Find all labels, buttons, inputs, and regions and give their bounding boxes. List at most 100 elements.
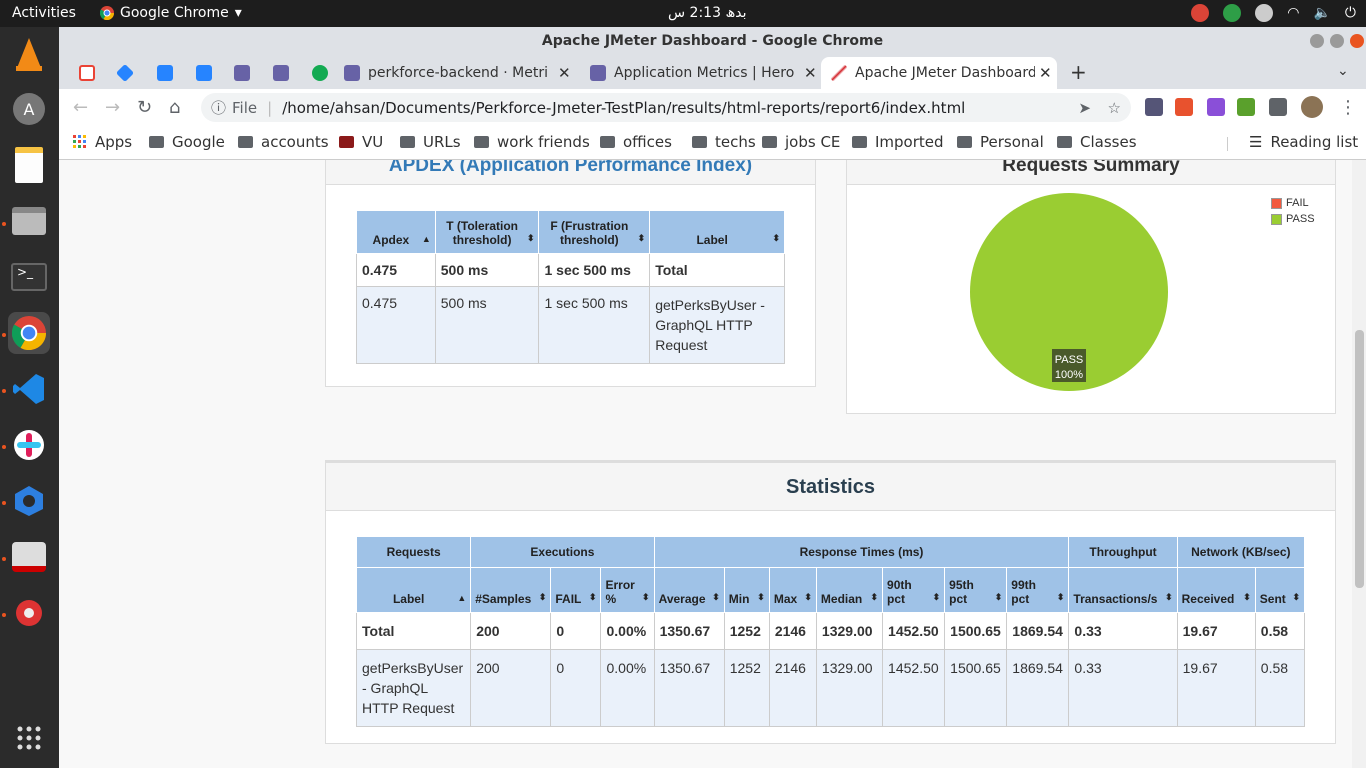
text-editor-icon[interactable] (8, 144, 50, 186)
sort-icon[interactable]: ⬍ (589, 592, 597, 603)
avatar[interactable] (1301, 96, 1323, 118)
sort-icon[interactable]: ⬍ (1165, 592, 1173, 603)
bookmark-techs[interactable]: techs (692, 133, 756, 151)
address-bar[interactable]: ⓘ File | /home/ahsan/Documents/Perkforce… (201, 93, 1131, 122)
jira-icon[interactable] (115, 63, 135, 83)
apdex-col-header[interactable]: Apdex ▲ (356, 210, 436, 254)
bookmark-accounts[interactable]: accounts (238, 133, 329, 151)
show-apps-icon[interactable] (8, 717, 50, 759)
scrollbar-thumb[interactable] (1355, 330, 1364, 588)
sort-icon[interactable]: ⬍ (1243, 592, 1251, 603)
tab-search-chevron-icon[interactable]: ⌄ (1337, 63, 1349, 79)
stat-col-header[interactable]: Min ⬍ (723, 567, 770, 613)
sort-icon[interactable]: ⬍ (871, 592, 879, 603)
bitbucket-icon[interactable] (196, 65, 212, 81)
share-icon[interactable]: ➤ (1078, 99, 1091, 117)
heroku-icon[interactable] (273, 65, 289, 81)
stat-col-header[interactable]: 90th pct ⬍ (882, 567, 946, 613)
forward-button[interactable]: → (105, 97, 120, 118)
gmail-icon[interactable] (79, 65, 95, 81)
sort-asc-icon[interactable]: ▲ (457, 593, 466, 603)
info-icon[interactable]: ⓘ (211, 97, 226, 118)
stat-col-header[interactable]: Label ▲ (355, 567, 472, 613)
extension-icon[interactable] (1175, 98, 1193, 116)
bookmark-star-icon[interactable]: ☆ (1108, 99, 1121, 117)
wifi-icon[interactable]: ◠ (1287, 5, 1299, 21)
bitbucket-icon[interactable] (157, 65, 173, 81)
volume-icon[interactable]: 🔈 (1313, 5, 1330, 21)
sort-icon[interactable]: ⬍ (712, 592, 720, 603)
sort-icon[interactable]: ⬍ (757, 592, 765, 603)
wps-icon[interactable] (8, 480, 50, 522)
heroku-icon[interactable] (234, 65, 250, 81)
bookmark-personal[interactable]: Personal (957, 133, 1044, 151)
vlc-icon[interactable] (8, 33, 50, 75)
stat-col-header[interactable]: #Samples ⬍ (470, 567, 552, 613)
sort-icon[interactable]: ⬍ (1292, 592, 1300, 603)
slack-tray-icon[interactable] (1255, 4, 1274, 22)
jmeter-icon[interactable] (8, 536, 50, 578)
sort-icon[interactable]: ⬍ (638, 233, 646, 244)
activities-button[interactable]: Activities (12, 5, 76, 21)
bookmark-imported[interactable]: Imported (852, 133, 944, 151)
slack-icon[interactable] (8, 424, 50, 466)
sort-icon[interactable]: ⬍ (527, 233, 535, 244)
url-text[interactable]: /home/ahsan/Documents/Perkforce-Jmeter-T… (282, 99, 965, 117)
software-updater-icon[interactable]: A (8, 88, 50, 130)
bookmark-jobs-ce[interactable]: jobs CE (762, 133, 840, 151)
stat-col-header[interactable]: Received ⬍ (1176, 567, 1256, 613)
legend-item-pass[interactable]: PASS (1271, 213, 1315, 225)
extensions-puzzle-icon[interactable] (1269, 98, 1287, 116)
bookmark-google[interactable]: Google (149, 133, 225, 151)
clock[interactable]: بدھ 2:13 س (668, 5, 746, 21)
bookmark-vu[interactable]: VU (339, 133, 383, 151)
stat-col-header[interactable]: Sent ⬍ (1254, 567, 1306, 613)
apdex-col-header[interactable]: F (Frustration threshold) ⬍ (538, 210, 651, 254)
stat-col-header[interactable]: Average ⬍ (653, 567, 725, 613)
extension-icon[interactable] (1145, 98, 1163, 116)
home-button[interactable]: ⌂ (169, 97, 180, 118)
mongodb-icon[interactable] (312, 65, 328, 81)
close-window-button[interactable] (1350, 34, 1364, 48)
stat-col-header[interactable]: 95th pct ⬍ (944, 567, 1008, 613)
minimize-button[interactable] (1310, 34, 1324, 48)
menu-kebab-icon[interactable]: ⋮ (1339, 97, 1357, 118)
stat-col-header[interactable]: Median ⬍ (815, 567, 884, 613)
reload-button[interactable]: ↻ (137, 97, 152, 118)
sort-icon[interactable]: ⬍ (804, 592, 812, 603)
bookmark-work-friends[interactable]: work friends (474, 133, 590, 151)
sync-tray-icon[interactable] (1223, 4, 1242, 22)
back-button[interactable]: ← (73, 97, 88, 118)
sort-icon[interactable]: ⬍ (539, 592, 547, 603)
stat-col-header[interactable]: Max ⬍ (768, 567, 817, 613)
sort-asc-icon[interactable]: ▲ (422, 234, 431, 244)
tab-jmeter-dashboard[interactable]: Apache JMeter Dashboard ✕ (821, 57, 1057, 89)
settings-tools-icon[interactable] (8, 592, 50, 634)
app-menu[interactable]: Google Chrome ▾ (100, 5, 242, 21)
window-title-bar[interactable]: Apache JMeter Dashboard - Google Chrome (59, 27, 1366, 55)
extension-icon[interactable] (1237, 98, 1255, 116)
new-tab-button[interactable]: + (1070, 60, 1087, 84)
bookmark-urls[interactable]: URLs (400, 133, 461, 151)
terminal-icon[interactable]: >_ (8, 256, 50, 298)
legend-item-fail[interactable]: FAIL (1271, 197, 1315, 209)
sort-icon[interactable]: ⬍ (1057, 592, 1065, 603)
stat-col-header[interactable]: Transactions/s ⬍ (1068, 567, 1178, 613)
vertical-scrollbar[interactable] (1352, 160, 1366, 768)
maximize-button[interactable] (1330, 34, 1344, 48)
extension-icon[interactable] (1207, 98, 1225, 116)
close-icon[interactable]: ✕ (1039, 64, 1052, 82)
stat-col-header[interactable]: FAIL ⬍ (550, 567, 602, 613)
chrome-tray-icon[interactable] (1191, 4, 1210, 22)
bookmark-apps[interactable]: Apps (73, 133, 132, 151)
bookmark-classes[interactable]: Classes (1057, 133, 1137, 151)
close-icon[interactable]: ✕ (804, 64, 817, 82)
sort-icon[interactable]: ⬍ (933, 592, 941, 603)
chrome-dock-icon[interactable] (8, 312, 50, 354)
bookmark-offices[interactable]: offices (600, 133, 672, 151)
file-manager-icon[interactable] (8, 200, 50, 242)
tab-perkforce-backend[interactable]: perkforce-backend · Metri ✕ (334, 57, 577, 89)
reading-list-button[interactable]: ☰ Reading list (1249, 133, 1358, 151)
power-icon[interactable]: ⏻ (1345, 5, 1356, 21)
apdex-col-header[interactable]: Label ⬍ (649, 210, 785, 254)
